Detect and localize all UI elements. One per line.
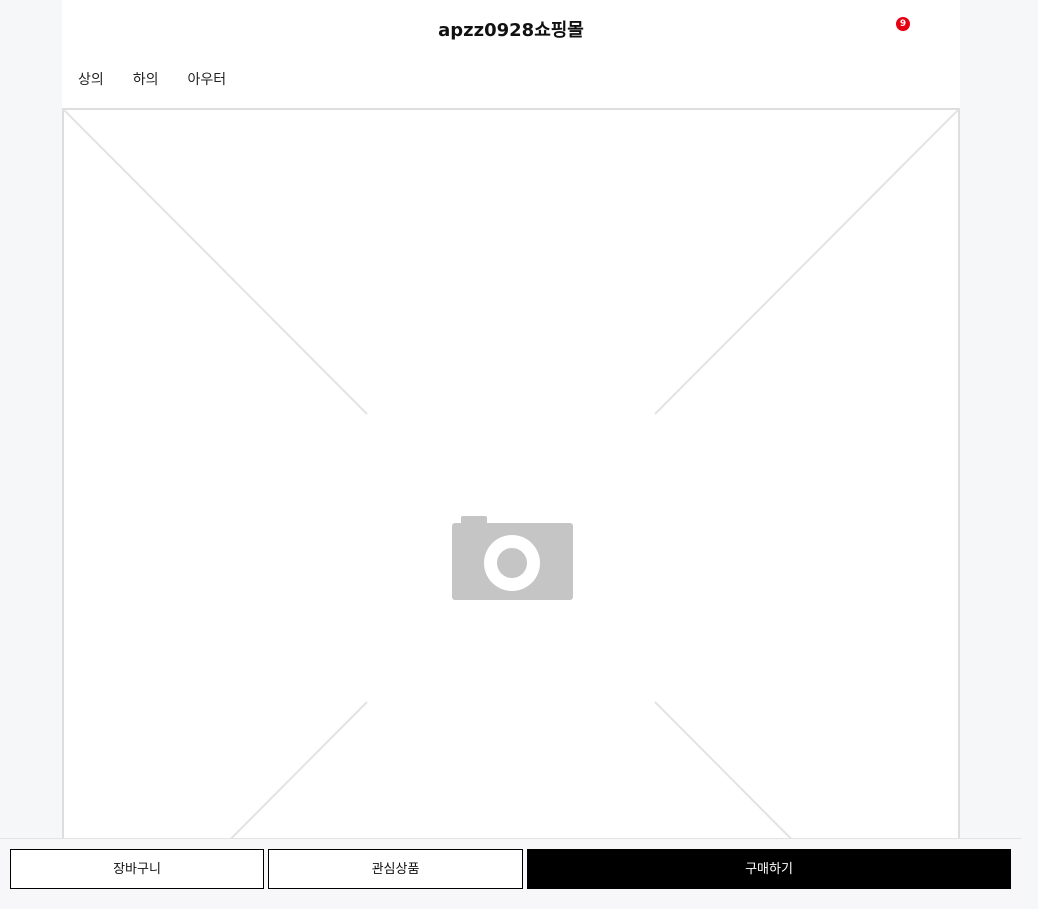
placeholder-frame — [62, 108, 960, 909]
nav-item-tops[interactable]: 상의 — [78, 69, 104, 91]
camera-icon — [452, 516, 573, 600]
cart-count-badge: 9 — [896, 17, 910, 31]
page: apzz0928쇼핑몰 9 상의 하의 아우터 장바구니 관심상품 구매하기 — [0, 0, 1038, 909]
shop-title[interactable]: apzz0928쇼핑몰 — [62, 19, 960, 43]
nav-item-bottoms[interactable]: 하의 — [133, 69, 159, 91]
shop-container: apzz0928쇼핑몰 9 상의 하의 아우터 — [62, 0, 960, 909]
buy-now-button[interactable]: 구매하기 — [527, 849, 1011, 889]
product-image-placeholder — [62, 108, 960, 909]
nav-item-outerwear[interactable]: 아우터 — [188, 69, 227, 91]
category-nav: 상의 하의 아우터 — [78, 69, 255, 91]
header: apzz0928쇼핑몰 9 상의 하의 아우터 — [62, 0, 960, 108]
purchase-action-bar: 장바구니 관심상품 구매하기 — [0, 838, 1021, 909]
wishlist-button[interactable]: 관심상품 — [268, 849, 523, 889]
add-to-cart-button[interactable]: 장바구니 — [10, 849, 264, 889]
image-placeholder-graphic — [62, 108, 960, 909]
